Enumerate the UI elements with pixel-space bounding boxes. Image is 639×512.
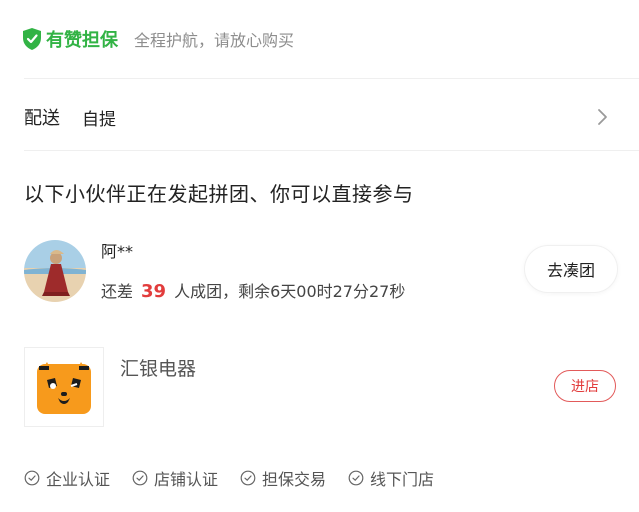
- check-circle-icon: [132, 470, 148, 486]
- check-circle-icon: [240, 470, 256, 486]
- delivery-value: 自提: [82, 109, 116, 130]
- status-prefix: 还差: [101, 282, 134, 301]
- divider: [24, 78, 639, 79]
- shield-check-icon: [22, 27, 42, 51]
- join-group-button[interactable]: 去凑团: [525, 246, 617, 292]
- enter-store-button[interactable]: 进店: [554, 370, 616, 402]
- badge-offline: 线下门店: [348, 466, 434, 490]
- badge-label: 店铺认证: [154, 470, 219, 489]
- badge-label: 线下门店: [370, 470, 435, 489]
- delivery-label: 配送: [24, 108, 60, 129]
- member-name: 阿**: [101, 242, 134, 261]
- status-suffix: 人成团，剩余6天00时27分27秒: [174, 282, 406, 301]
- badge-guarantee: 担保交易: [240, 466, 326, 490]
- chevron-right-icon: [593, 107, 611, 127]
- avatar: [24, 240, 86, 302]
- remaining-count: 39: [141, 281, 167, 302]
- badge-store: 店铺认证: [132, 466, 218, 490]
- badge-label: 企业认证: [46, 470, 111, 489]
- badge-enterprise: 企业认证: [24, 466, 110, 490]
- store-name: 汇银电器: [120, 358, 197, 380]
- guarantee-title: 有赞担保: [46, 30, 118, 51]
- certification-badges: 企业认证 店铺认证 担保交易 线下门店: [24, 466, 456, 490]
- member-status: 还差 39 人成团，剩余6天00时27分27秒: [101, 278, 405, 302]
- guarantee-description: 全程护航，请放心购买: [134, 31, 295, 50]
- check-circle-icon: [24, 470, 40, 486]
- delivery-row[interactable]: 配送 自提: [24, 100, 615, 134]
- group-buy-heading: 以下小伙伴正在发起拼团、你可以直接参与: [24, 182, 414, 206]
- store-logo[interactable]: [24, 347, 104, 427]
- divider: [24, 150, 639, 151]
- badge-label: 担保交易: [262, 470, 327, 489]
- guarantee-row[interactable]: 有赞担保 全程护航，请放心购买: [22, 24, 294, 54]
- check-circle-icon: [348, 470, 364, 486]
